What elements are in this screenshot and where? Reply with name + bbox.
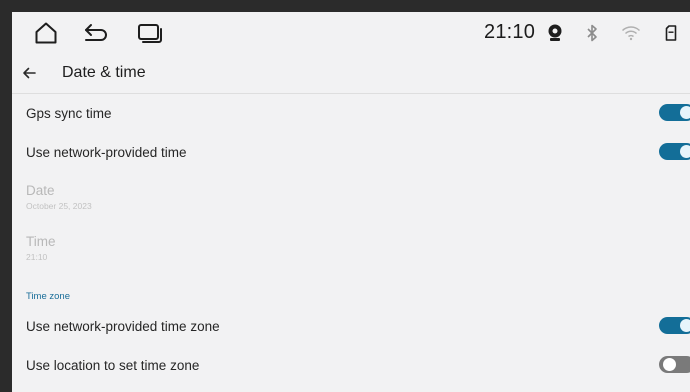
network-time-zone-toggle[interactable] <box>659 317 690 334</box>
back-button[interactable] <box>18 62 40 84</box>
setting-row-location-time-zone[interactable]: Use location to set time zone <box>12 346 690 384</box>
setting-row-network-time[interactable]: Use network-provided time <box>12 132 690 170</box>
recent-apps-button[interactable] <box>136 20 164 46</box>
sd-card-icon <box>660 22 682 44</box>
toggle-knob <box>680 145 690 158</box>
page-title: Date & time <box>62 64 146 81</box>
setting-row-date[interactable]: Date October 25, 2023 <box>12 172 690 222</box>
system-bar: 21:10 <box>12 12 690 54</box>
date-label: Date <box>26 183 55 198</box>
location-time-zone-label: Use location to set time zone <box>26 358 200 373</box>
toggle-knob <box>663 358 676 371</box>
camera-icon <box>544 22 566 44</box>
setting-row-gps-sync[interactable]: Gps sync time <box>12 94 690 132</box>
back-arrow-icon <box>85 24 107 41</box>
setting-row-time[interactable]: Time 21:10 <box>12 224 690 274</box>
status-clock: 21:10 <box>484 21 536 43</box>
app-bar: Date & time <box>12 54 690 94</box>
time-label: Time <box>26 234 56 249</box>
toggle-knob <box>680 319 690 332</box>
network-time-label: Use network-provided time <box>26 145 187 160</box>
home-button[interactable] <box>32 20 60 46</box>
device-screen: 21:10 Date & time Gps sync time Use netw… <box>12 12 690 392</box>
back-nav-button[interactable] <box>82 20 110 46</box>
bluetooth-icon <box>581 22 603 44</box>
section-header-time-zone: Time zone <box>26 291 70 302</box>
network-time-zone-label: Use network-provided time zone <box>26 319 220 334</box>
arrow-left-icon <box>23 67 36 79</box>
gps-sync-label: Gps sync time <box>26 106 112 121</box>
gps-sync-toggle[interactable] <box>659 104 690 121</box>
location-time-zone-toggle[interactable] <box>659 356 690 373</box>
setting-row-network-time-zone[interactable]: Use network-provided time zone <box>12 307 690 345</box>
home-icon <box>35 22 57 44</box>
date-value: October 25, 2023 <box>26 201 92 211</box>
time-value: 21:10 <box>26 252 48 262</box>
recent-apps-icon <box>138 24 162 43</box>
wifi-icon <box>620 22 642 44</box>
network-time-toggle[interactable] <box>659 143 690 160</box>
toggle-knob <box>680 106 690 119</box>
